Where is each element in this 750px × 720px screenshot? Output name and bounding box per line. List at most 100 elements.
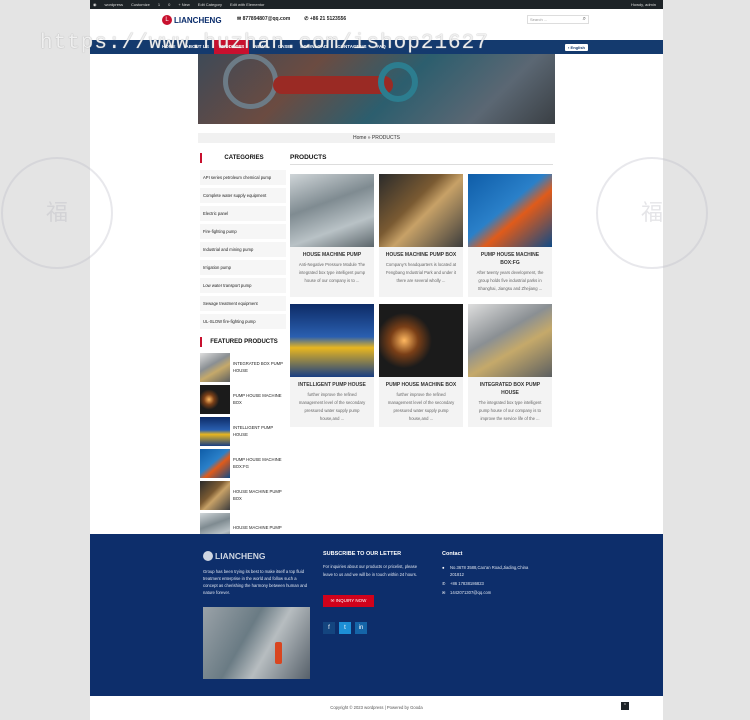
products-section: PRODUCTS HOUSE MACHINE PUMP Anti-Negativ… [290,153,553,427]
nav-faq[interactable]: FAQ [371,40,390,54]
header-phone[interactable]: ✆ +86 21 5123556 [304,16,346,22]
banner-wheel [223,54,278,109]
featured-title: FEATURED PRODUCTS [200,337,286,347]
categories-title: CATEGORIES [200,153,286,163]
product-name[interactable]: PUMP HOUSE MACHINE BOX [379,377,463,391]
product-card[interactable]: PUMP HOUSE MACHINE BOX:FG After twenty y… [468,174,552,297]
category-item[interactable]: Fire-fighting pump [200,224,286,239]
linkedin-icon[interactable]: in [355,622,367,634]
product-name[interactable]: HOUSE MACHINE PUMP BOX [379,247,463,261]
footer-logo-mark-icon [203,551,213,561]
featured-item[interactable]: PUMP HOUSE MACHINE BOX:FG [200,448,286,478]
product-image[interactable] [290,304,374,377]
product-card[interactable]: HOUSE MACHINE PUMP Anti-Negative Pressur… [290,174,374,297]
nav-case[interactable]: CASE [273,40,296,54]
nav-home[interactable]: HOME [157,40,181,54]
category-item[interactable]: Electric panel [200,206,286,221]
language-switcher[interactable]: ▪ English [565,43,588,51]
featured-label[interactable]: INTEGRATED BOX PUMP HOUSE [230,360,286,374]
featured-thumbnail[interactable] [200,352,230,382]
scroll-to-top-icon[interactable]: ⌃ [621,702,629,710]
nav-about-us[interactable]: ABOUT US [181,40,215,54]
copyright-bar: Copyright © 2023 wordpress | Powered by … [90,696,663,720]
featured-label[interactable]: PUMP HOUSE MACHINE BOX:FG [230,456,286,470]
product-card[interactable]: INTEGRATED BOX PUMP HOUSE The integrated… [468,304,552,427]
twitter-icon[interactable]: t [339,622,351,634]
search-input[interactable]: Search ... ⌕ [527,15,589,24]
admin-item-updates[interactable]: 1 [158,2,160,7]
product-image[interactable] [379,174,463,247]
logo-text: LIANCHENG [174,15,222,25]
product-name[interactable]: INTELLIGENT PUMP HOUSE [290,377,374,391]
site-footer: LIANCHENG Group has been trying its best… [90,534,663,696]
product-description: The integrated box type intelligent pump… [478,400,542,421]
product-name[interactable]: PUMP HOUSE MACHINE BOX:FG [468,247,552,269]
product-card[interactable]: HOUSE MACHINE PUMP BOX Company's headqua… [379,174,463,297]
category-item[interactable]: Sewage treatment equipment [200,296,286,311]
product-image[interactable] [468,174,552,247]
main-nav: HOME ABOUT US PRODUCTS NEWS CASE DOWNLOA… [90,40,663,54]
nav-products[interactable]: PRODUCTS [214,40,250,54]
site-logo[interactable]: L LIANCHENG [162,15,222,25]
footer-image [203,607,310,679]
nav-contact-us[interactable]: CONTACT US [332,40,371,54]
product-image[interactable] [290,174,374,247]
product-description: After twenty years development, the grou… [476,270,544,291]
category-item[interactable]: Complete water supply equipment [200,188,286,203]
admin-item-customize[interactable]: Customize [131,2,150,7]
wordpress-icon[interactable]: ◉ [93,2,97,7]
featured-label[interactable]: HOUSE MACHINE PUMP BOX [230,488,286,502]
contact-phone[interactable]: +86 17838186823 [450,580,484,587]
nav-download[interactable]: DOWNLOAD [295,40,332,54]
footer-about-text: Group has been trying its best to make i… [203,569,308,595]
inquiry-now-button[interactable]: ✉ INQUIRY NOW [323,595,374,607]
category-item[interactable]: UL-SLOW fire-fighting pump [200,314,286,329]
featured-label[interactable]: INTELLIGENT PUMP HOUSE [230,424,286,438]
category-item[interactable]: Irrigation pump [200,260,286,275]
product-image[interactable] [468,304,552,377]
product-image[interactable] [379,304,463,377]
page: ◉ wordpress Customize 1 0 + New Edit Cat… [90,0,663,720]
featured-thumbnail[interactable] [200,480,230,510]
nav-news[interactable]: NEWS [249,40,273,54]
featured-item[interactable]: PUMP HOUSE MACHINE BOX [200,384,286,414]
admin-item-edit-category[interactable]: Edit Category [198,2,222,7]
featured-item[interactable]: INTELLIGENT PUMP HOUSE [200,416,286,446]
product-name[interactable]: HOUSE MACHINE PUMP [290,247,374,261]
featured-label[interactable]: HOUSE MACHINE PUMP [230,524,282,531]
admin-bar: ◉ wordpress Customize 1 0 + New Edit Cat… [90,0,663,9]
logo-mark-icon: L [162,15,172,25]
category-item[interactable]: API series petroleum chemical pump [200,170,286,185]
featured-thumbnail[interactable] [200,448,230,478]
envelope-icon: ✉ [442,590,446,595]
category-item[interactable]: Low water transport pump [200,278,286,293]
admin-user[interactable]: Howdy, admin [631,2,656,7]
site-header: L LIANCHENG ✉ 877894807@qq.com ✆ +86 21 … [90,9,663,40]
featured-thumbnail[interactable] [200,384,230,414]
phone-icon: ✆ [442,581,446,586]
product-card[interactable]: PUMP HOUSE MACHINE BOX further improve t… [379,304,463,427]
featured-thumbnail[interactable] [200,416,230,446]
featured-label[interactable]: PUMP HOUSE MACHINE BOX [230,392,286,406]
admin-item-new[interactable]: + New [178,2,189,7]
featured-item[interactable]: INTEGRATED BOX PUMP HOUSE [200,352,286,382]
admin-item-wordpress[interactable]: wordpress [105,2,123,7]
footer-logo[interactable]: LIANCHENG [203,551,266,561]
featured-item[interactable]: HOUSE MACHINE PUMP BOX [200,480,286,510]
contact-title: Contact [442,551,463,557]
admin-item-elementor[interactable]: Edit with Elementor [230,2,264,7]
facebook-icon[interactable]: f [323,622,335,634]
admin-item-comments[interactable]: 0 [168,2,170,7]
product-description: Company's headquarters is located at Fen… [385,262,457,283]
contact-email[interactable]: 1442071307@qq.com [450,589,491,596]
contact-address: No.3678 3588,Cao'an Road,Jiading,China 2… [450,565,529,577]
product-card[interactable]: INTELLIGENT PUMP HOUSE further improve t… [290,304,374,427]
breadcrumb[interactable]: Home » PRODUCTS [198,133,555,143]
watermark-stamp-left: 福 [1,157,113,269]
contact-list: ● No.3678 3588,Cao'an Road,Jiading,China … [442,564,532,598]
location-pin-icon: ● [442,565,445,570]
search-icon[interactable]: ⌕ [583,16,586,22]
product-name[interactable]: INTEGRATED BOX PUMP HOUSE [468,377,552,399]
category-item[interactable]: Industrial and mining pump [200,242,286,257]
header-email[interactable]: ✉ 877894807@qq.com [237,16,290,22]
